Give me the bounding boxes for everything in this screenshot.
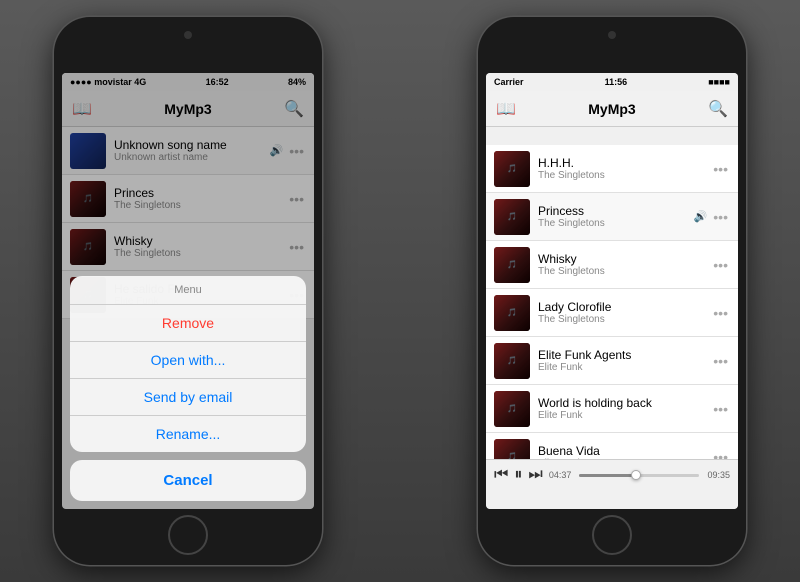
right-song-thumb-7: 🎵 (494, 439, 530, 460)
right-song-info-6: World is holding back Elite Funk (538, 396, 711, 421)
pause-button[interactable]: ⏸ (514, 466, 522, 484)
right-time: 11:56 (605, 77, 628, 87)
right-song-thumb-2: 🎵 (494, 199, 530, 235)
right-nav-search-icon[interactable]: 🔍 (708, 99, 728, 119)
right-song-info-1: H.H.H. The Singletons (538, 156, 711, 181)
right-thumb-img-4: 🎵 (494, 295, 530, 331)
right-song-thumb-3: 🎵 (494, 247, 530, 283)
right-song-item-1[interactable]: 🎵 H.H.H. The Singletons ••• (486, 145, 738, 193)
action-sheet: Menu Remove Open with... Send by email R… (62, 276, 314, 501)
right-song-item-5[interactable]: 🎵 Elite Funk Agents Elite Funk ••• (486, 337, 738, 385)
right-song-info-3: Whisky The Singletons (538, 252, 711, 277)
player-bar: ⏮ ⏸ ⏭ 04:37 09:35 (486, 459, 738, 509)
right-song-name-6: World is holding back (538, 396, 711, 410)
right-dots-btn-7[interactable]: ••• (711, 449, 730, 460)
right-song-actions-6: ••• (711, 401, 730, 417)
left-phone: ●●●● movistar 4G 16:52 84% 📖 MyMp3 🔍 Unk… (54, 17, 322, 565)
right-dots-btn-4[interactable]: ••• (711, 305, 730, 321)
right-song-artist-2: The Singletons (538, 218, 694, 229)
right-thumb-img-3: 🎵 (494, 247, 530, 283)
current-time: 04:37 (549, 470, 572, 480)
total-time: 09:35 (707, 470, 730, 480)
right-phone-screen: Carrier 11:56 ■■■■ 📖 MyMp3 🔍 🎵 H.H.H. Th… (486, 73, 738, 509)
right-song-actions-7: ••• (711, 449, 730, 460)
progress-fill (579, 474, 635, 477)
action-open-with[interactable]: Open with... (70, 342, 306, 379)
right-speaker-icon-2: 🔊 (694, 210, 708, 223)
right-status-bar: Carrier 11:56 ■■■■ (486, 73, 738, 91)
action-sheet-overlay: Menu Remove Open with... Send by email R… (62, 73, 314, 509)
right-song-name-7: Buena Vida (538, 444, 711, 458)
action-cancel[interactable]: Cancel (70, 460, 306, 501)
right-dots-btn-6[interactable]: ••• (711, 401, 730, 417)
right-song-item-2[interactable]: 🎵 Princess The Singletons 🔊 ••• (486, 193, 738, 241)
right-song-artist-1: The Singletons (538, 170, 711, 181)
right-song-item-6[interactable]: 🎵 World is holding back Elite Funk ••• (486, 385, 738, 433)
right-thumb-img-2: 🎵 (494, 199, 530, 235)
player-controls: ⏮ ⏸ ⏭ 04:37 09:35 (494, 466, 730, 484)
right-song-name-5: Elite Funk Agents (538, 348, 711, 362)
right-nav-bar: 📖 MyMp3 🔍 (486, 91, 738, 127)
right-dots-btn-2[interactable]: ••• (711, 209, 730, 225)
right-song-info-5: Elite Funk Agents Elite Funk (538, 348, 711, 373)
right-nav-book-icon[interactable]: 📖 (496, 99, 516, 119)
right-battery: ■■■■ (708, 77, 730, 87)
right-song-artist-6: Elite Funk (538, 410, 711, 421)
action-sheet-title: Menu (70, 276, 306, 305)
right-song-name-4: Lady Clorofile (538, 300, 711, 314)
right-song-thumb-5: 🎵 (494, 343, 530, 379)
right-dots-btn-5[interactable]: ••• (711, 353, 730, 369)
action-remove[interactable]: Remove (70, 305, 306, 342)
right-song-thumb-4: 🎵 (494, 295, 530, 331)
right-thumb-img-6: 🎵 (494, 391, 530, 427)
right-song-actions-1: ••• (711, 161, 730, 177)
right-song-item-4[interactable]: 🎵 Lady Clorofile The Singletons ••• (486, 289, 738, 337)
right-carrier: Carrier (494, 77, 524, 87)
action-sheet-menu: Menu Remove Open with... Send by email R… (70, 276, 306, 452)
right-song-artist-3: The Singletons (538, 266, 711, 277)
fast-forward-button[interactable]: ⏭ (528, 466, 542, 484)
progress-bar[interactable] (579, 474, 699, 477)
scene: ●●●● movistar 4G 16:52 84% 📖 MyMp3 🔍 Unk… (0, 0, 800, 582)
right-song-actions-4: ••• (711, 305, 730, 321)
right-phone: Carrier 11:56 ■■■■ 📖 MyMp3 🔍 🎵 H.H.H. Th… (478, 17, 746, 565)
right-song-item-3[interactable]: 🎵 Whisky The Singletons ••• (486, 241, 738, 289)
right-dots-btn-1[interactable]: ••• (711, 161, 730, 177)
left-phone-screen: ●●●● movistar 4G 16:52 84% 📖 MyMp3 🔍 Unk… (62, 73, 314, 509)
right-thumb-img-7: 🎵 (494, 439, 530, 460)
right-dots-btn-3[interactable]: ••• (711, 257, 730, 273)
right-song-artist-5: Elite Funk (538, 362, 711, 373)
action-send-email[interactable]: Send by email (70, 379, 306, 416)
right-song-name-3: Whisky (538, 252, 711, 266)
right-song-actions-2: 🔊 ••• (694, 209, 730, 225)
action-rename[interactable]: Rename... (70, 416, 306, 452)
progress-thumb[interactable] (631, 470, 641, 480)
right-song-info-4: Lady Clorofile The Singletons (538, 300, 711, 325)
right-song-item-7[interactable]: 🎵 Buena Vida Elite Funk ••• (486, 433, 738, 459)
right-song-list: 🎵 H.H.H. The Singletons ••• 🎵 Princess T… (486, 145, 738, 459)
right-song-name-2: Princess (538, 204, 694, 218)
right-thumb-img-1: 🎵 (494, 151, 530, 187)
right-nav-title: MyMp3 (588, 101, 635, 117)
right-song-thumb-6: 🎵 (494, 391, 530, 427)
right-song-name-1: H.H.H. (538, 156, 711, 170)
right-song-thumb-1: 🎵 (494, 151, 530, 187)
right-song-actions-3: ••• (711, 257, 730, 273)
right-song-info-2: Princess The Singletons (538, 204, 694, 229)
right-song-info-7: Buena Vida Elite Funk (538, 444, 711, 459)
right-song-actions-5: ••• (711, 353, 730, 369)
right-thumb-img-5: 🎵 (494, 343, 530, 379)
rewind-button[interactable]: ⏮ (494, 466, 508, 484)
right-song-artist-4: The Singletons (538, 314, 711, 325)
